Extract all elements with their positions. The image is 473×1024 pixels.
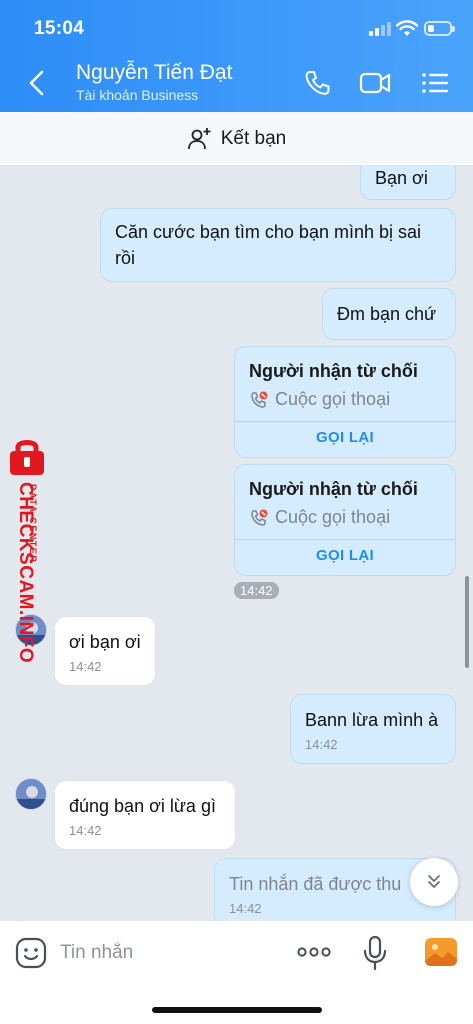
double-chevron-down-icon xyxy=(428,875,440,888)
declined-call-icon xyxy=(251,391,268,408)
divider xyxy=(235,421,455,422)
contact-title[interactable]: Nguyễn Tiến Đạt Tài khoản Business xyxy=(76,60,232,103)
battery-icon xyxy=(424,21,455,36)
status-time: 15:04 xyxy=(34,18,85,39)
contact-name: Nguyễn Tiến Đạt xyxy=(76,61,233,84)
call-status-title: Người nhận từ chối xyxy=(249,479,418,499)
chat-header: 15:04 Nguyễn Tiến Đạt Tài khoản Business xyxy=(0,0,473,112)
padlock-icon xyxy=(10,440,44,475)
message-text: Căn cước bạn tìm cho bạn mình bị sai rồi xyxy=(115,222,421,268)
add-friend-button[interactable]: Kết bạn xyxy=(0,112,473,166)
call-back-button[interactable]: GỌI LẠI xyxy=(235,547,455,564)
microphone-icon[interactable] xyxy=(362,935,388,971)
message-time: 14:42 xyxy=(305,737,338,752)
chat-area[interactable]: Bạn ơi Căn cước bạn tìm cho bạn mình bị … xyxy=(0,166,473,920)
call-back-button[interactable]: GỌI LẠI xyxy=(235,429,455,446)
home-indicator xyxy=(152,1007,322,1013)
missed-call-card: Người nhận từ chối Cuộc gọi thoại GỌI LẠ… xyxy=(234,346,456,458)
battery-level xyxy=(428,25,434,32)
status-bar: 15:04 xyxy=(0,0,473,58)
incoming-message[interactable]: ơi bạn ơi 14:42 xyxy=(54,616,156,686)
photo-icon[interactable] xyxy=(424,937,458,967)
outgoing-message[interactable]: Bạn ơi xyxy=(360,166,456,200)
call-type-label: Cuộc gọi thoại xyxy=(275,507,391,527)
message-text: Đm bạn chứ xyxy=(337,304,437,324)
back-chevron-icon[interactable] xyxy=(22,66,52,100)
emoji-icon[interactable] xyxy=(15,937,47,969)
message-composer xyxy=(0,920,473,1024)
incoming-message[interactable]: đúng bạn ơi lừa gì 14:42 xyxy=(54,780,236,850)
scroll-to-bottom-button[interactable] xyxy=(410,858,458,906)
message-text: Bann lừa mình à xyxy=(305,710,439,730)
call-type: Cuộc gọi thoại xyxy=(249,389,390,410)
message-time: 14:42 xyxy=(229,901,262,916)
message-time: 14:42 xyxy=(69,659,102,674)
menu-list-icon[interactable] xyxy=(418,68,452,98)
video-camera-icon[interactable] xyxy=(358,68,392,98)
message-text: đúng bạn ơi lừa gì xyxy=(69,796,216,816)
add-person-icon xyxy=(187,127,211,149)
call-status-title: Người nhận từ chối xyxy=(249,361,418,381)
more-dots-icon[interactable] xyxy=(296,941,332,963)
checkscam-watermark: CHECKSCAM.INFO DATA CENTER xyxy=(0,436,56,676)
scrollbar[interactable] xyxy=(465,576,469,668)
call-type: Cuộc gọi thoại xyxy=(249,507,390,528)
message-timestamp: 14:42 xyxy=(234,582,279,599)
message-text: Bạn ơi xyxy=(375,168,428,188)
outgoing-message[interactable]: Đm bạn chứ xyxy=(322,288,456,340)
divider xyxy=(235,539,455,540)
contact-subtitle: Tài khoản Business xyxy=(76,87,199,103)
message-text: ơi bạn ơi xyxy=(69,632,141,652)
phone-icon[interactable] xyxy=(302,68,336,98)
outgoing-message[interactable]: Căn cước bạn tìm cho bạn mình bị sai rồi xyxy=(100,208,456,282)
message-input[interactable] xyxy=(60,937,280,969)
message-time: 14:42 xyxy=(69,823,102,838)
cellular-signal-icon xyxy=(369,22,393,36)
avatar-image xyxy=(16,779,46,809)
avatar[interactable] xyxy=(15,778,47,810)
call-type-label: Cuộc gọi thoại xyxy=(275,389,391,409)
wifi-icon xyxy=(396,20,418,36)
missed-call-card: Người nhận từ chối Cuộc gọi thoại GỌI LẠ… xyxy=(234,464,456,576)
declined-call-icon xyxy=(251,509,268,526)
outgoing-message[interactable]: Bann lừa mình à 14:42 xyxy=(290,694,456,764)
add-friend-label: Kết bạn xyxy=(220,127,287,149)
watermark-sub: DATA CENTER xyxy=(28,484,38,564)
